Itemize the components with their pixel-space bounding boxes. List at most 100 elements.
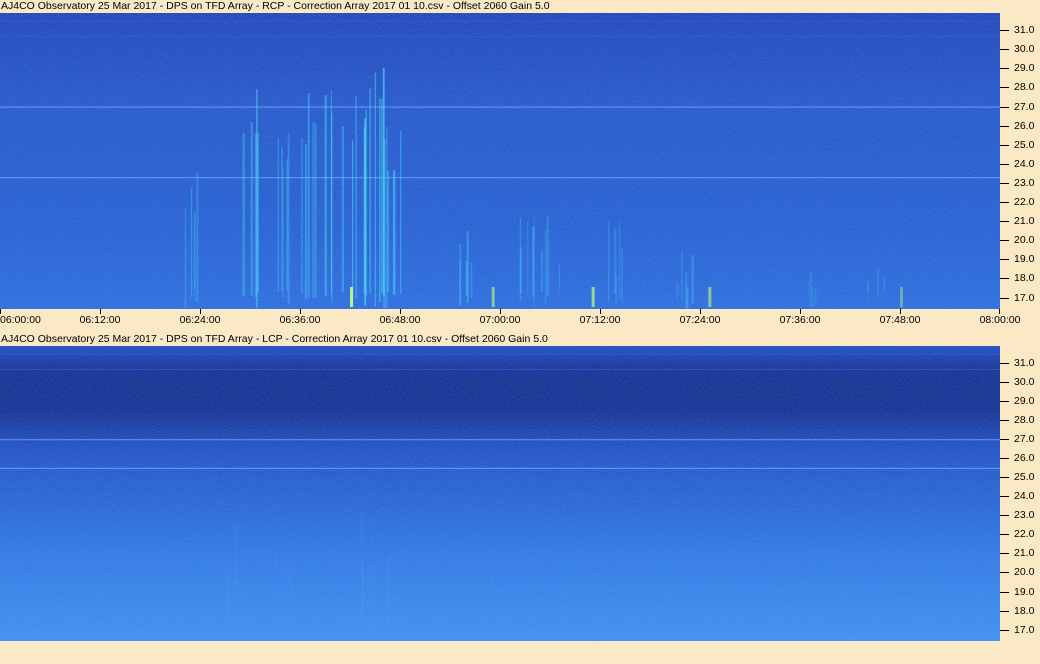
- burst-peak: [708, 287, 712, 307]
- burst-streak: [233, 555, 236, 628]
- rcp-y-tick-mark: [1000, 221, 1009, 223]
- burst-streak: [250, 122, 253, 296]
- lcp-y-tick-mark: [1000, 477, 1009, 479]
- burst-streak: [282, 166, 284, 298]
- burst-streak: [184, 207, 187, 309]
- rcp-y-tick-mark: [1000, 144, 1009, 146]
- lcp-y-tick-label: 31.0: [1014, 357, 1035, 370]
- x-tick-label: 06:00:00: [0, 314, 41, 326]
- lcp-y-axis: 31.0 30.0 29.0 28.0 27.0 26.0 25.0 24.0 23.0 22.0…: [1000, 346, 1040, 641]
- burst-peak: [491, 287, 495, 307]
- lcp-y-tick-mark: [1000, 610, 1009, 612]
- burst-streak: [226, 567, 228, 624]
- x-tick-label: 06:36:00: [279, 314, 321, 326]
- lcp-y-tick-label: 20.0: [1014, 566, 1035, 579]
- burst-streak: [808, 282, 810, 299]
- burst-streak: [285, 566, 289, 630]
- burst-streak: [558, 264, 560, 290]
- burst-streak: [380, 98, 383, 293]
- lcp-y-tick-label: 28.0: [1014, 414, 1035, 427]
- lcp-title: AJ4CO Observatory 25 Mar 2017 - DPS on T…: [1, 333, 548, 345]
- burst-streak: [369, 88, 372, 294]
- x-tick-label: 06:48:00: [379, 314, 421, 326]
- rcp-y-tick-mark: [1000, 278, 1009, 280]
- burst-streak: [364, 118, 366, 306]
- time-axis: 06:00:00 06:12:00 06:24:00 06:36:00 06:48:00…: [0, 309, 1040, 327]
- burst-streak: [691, 255, 694, 304]
- burst-streak: [400, 130, 402, 295]
- burst-streak: [242, 133, 245, 297]
- burst-peak: [350, 287, 353, 307]
- rcp-y-tick-mark: [1000, 202, 1009, 204]
- lcp-y-tick-mark: [1000, 420, 1009, 422]
- burst-streak: [301, 137, 303, 294]
- lcp-y-tick-mark: [1000, 458, 1009, 460]
- burst-streak: [866, 281, 870, 294]
- burst-streak: [277, 137, 280, 293]
- burst-streak: [379, 98, 381, 303]
- burst-peak: [591, 287, 595, 307]
- x-tick-label: 08:00:00: [979, 314, 1021, 326]
- rcp-spectrogram: [0, 13, 1000, 309]
- lcp-y-tick-label: 26.0: [1014, 452, 1035, 465]
- burst-streak: [241, 580, 243, 635]
- burst-streak: [307, 92, 310, 298]
- lcp-y-tick-label: 23.0: [1014, 509, 1035, 522]
- burst-streak: [459, 243, 462, 307]
- x-tick-label: 07:24:00: [679, 314, 721, 326]
- rcp-y-tick-mark: [1000, 30, 1009, 32]
- burst-streak: [544, 230, 547, 305]
- burst-streak: [680, 250, 683, 300]
- rcp-y-axis: 31.0 30.0 29.0 28.0 27.0 26.0 25.0 24.0 23.0 22.0…: [1000, 13, 1040, 309]
- interference-line: [0, 106, 1000, 108]
- burst-streak: [868, 298, 870, 303]
- burst-streak: [193, 210, 196, 290]
- burst-streak: [876, 269, 879, 298]
- burst-streak: [465, 260, 468, 297]
- lcp-y-tick-label: 18.0: [1014, 604, 1035, 617]
- burst-streak: [254, 133, 257, 297]
- lcp-y-tick-mark: [1000, 553, 1009, 555]
- x-tick-label: 07:00:00: [479, 314, 521, 326]
- burst-streak: [314, 123, 317, 298]
- burst-streak: [812, 287, 814, 308]
- burst-streak: [815, 289, 817, 303]
- lcp-y-tick-label: 27.0: [1014, 433, 1035, 446]
- lcp-y-tick-label: 24.0: [1014, 490, 1035, 503]
- lcp-y-tick-mark: [1000, 515, 1009, 517]
- burst-streak: [386, 559, 389, 624]
- burst-streak: [607, 221, 610, 303]
- rcp-y-tick-label: 22.0: [1014, 196, 1035, 209]
- burst-streak: [810, 272, 812, 307]
- rcp-y-tick-mark: [1000, 297, 1009, 299]
- burst-streak: [615, 275, 618, 306]
- burst-streak: [621, 248, 623, 302]
- interference-line: [0, 35, 1000, 37]
- burst-streak: [519, 247, 522, 294]
- burst-streak: [548, 240, 550, 298]
- burst-streak: [368, 564, 371, 631]
- lcp-y-tick-label: 21.0: [1014, 547, 1035, 560]
- lcp-y-tick-mark: [1000, 572, 1009, 574]
- x-tick-label: 06:24:00: [179, 314, 221, 326]
- lcp-y-tick-label: 19.0: [1014, 585, 1035, 598]
- burst-streak: [398, 596, 401, 629]
- lcp-spectrogram: [0, 346, 1000, 641]
- rcp-y-tick-label: 19.0: [1014, 253, 1035, 266]
- burst-streak: [361, 512, 364, 622]
- interference-line: [0, 439, 1000, 441]
- x-tick-label: 06:12:00: [79, 314, 121, 326]
- burst-streak: [532, 226, 535, 297]
- burst-streak: [389, 559, 392, 632]
- rcp-y-tick-mark: [1000, 182, 1009, 184]
- lcp-y-tick-mark: [1000, 591, 1009, 593]
- burst-streak: [618, 221, 621, 300]
- burst-streak: [387, 170, 390, 293]
- burst-streak: [527, 221, 529, 296]
- lcp-y-tick-label: 29.0: [1014, 395, 1035, 408]
- interference-line: [0, 20, 1000, 22]
- burst-peak: [900, 287, 903, 307]
- lcp-heatmap-svg: [0, 346, 1000, 641]
- burst-streak: [235, 524, 238, 625]
- burst-streak: [352, 140, 354, 306]
